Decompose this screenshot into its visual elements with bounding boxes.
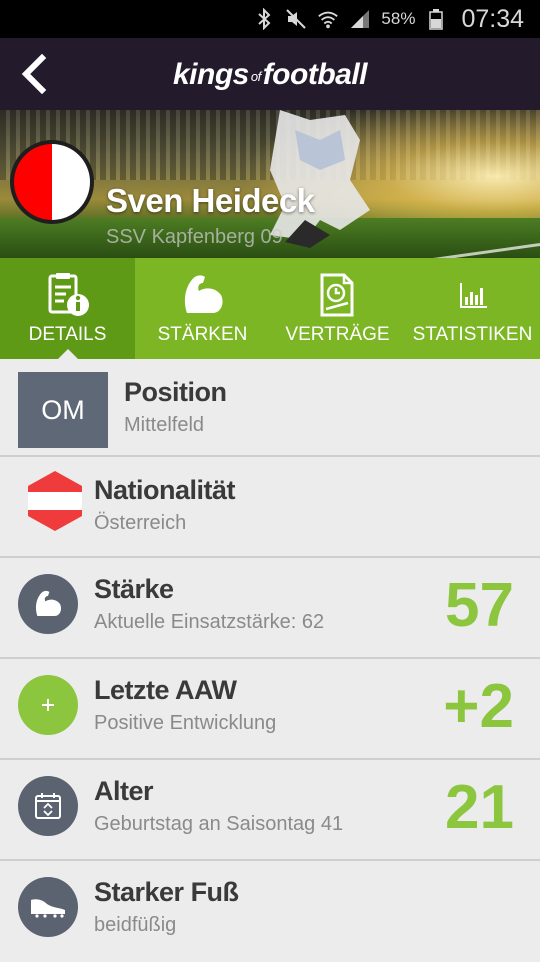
austria-flag-icon: [28, 471, 82, 536]
app-bar: kings offootball: [0, 38, 540, 110]
item-title: Letzte AAW: [94, 675, 237, 705]
item-subtitle: Geburtstag an Saisontag 41: [94, 813, 344, 835]
wifi-icon: [317, 8, 339, 30]
item-subtitle: Österreich: [94, 512, 187, 534]
battery-percent: 58%: [381, 9, 416, 28]
player-header: Sven Heideck SSV Kapfenberg 09: [0, 110, 540, 258]
bar-chart-icon: [457, 270, 489, 320]
item-title: Stärke: [94, 574, 174, 604]
tab-bar: DETAILS STÄRKEN VERTRÄGE STATISTIKEN: [0, 258, 540, 360]
plus-icon: [18, 675, 78, 735]
strength-value: 57: [445, 571, 514, 640]
tab-statistiken[interactable]: STATISTIKEN: [405, 258, 540, 359]
logo-of: of: [250, 68, 261, 84]
item-subtitle: Aktuelle Einsatzstärke: 62: [94, 611, 325, 633]
player-club: SSV Kapfenberg 09: [106, 226, 283, 248]
badge-red-half: [14, 144, 52, 220]
tab-label: DETAILS: [28, 324, 107, 345]
item-subtitle: beidfüßig: [94, 914, 177, 936]
logo-football: football: [262, 58, 368, 91]
logo-kings: kings: [172, 58, 249, 91]
battery-icon: [425, 8, 447, 30]
player-name: Sven Heideck: [106, 182, 315, 219]
item-title: Alter: [94, 776, 154, 806]
contract-icon: [314, 270, 362, 320]
tab-label: VERTRÄGE: [285, 324, 390, 345]
age-value: 21: [445, 773, 514, 842]
item-title: Nationalität: [94, 475, 236, 505]
list-item-strong-foot[interactable]: Starker Fuß beidfüßig: [0, 861, 540, 962]
calendar-icon: [18, 776, 78, 836]
club-badge: [10, 140, 94, 224]
tab-label: STÄRKEN: [157, 324, 248, 345]
bluetooth-icon: [253, 8, 275, 30]
mute-icon: [285, 8, 307, 30]
list-item-nationality[interactable]: Nationalität Österreich: [0, 457, 540, 558]
status-bar: 58% 07:34: [0, 0, 540, 38]
item-subtitle: Positive Entwicklung: [94, 712, 277, 734]
clock: 07:34: [461, 4, 524, 33]
tab-details[interactable]: DETAILS: [0, 258, 135, 360]
tab-vertraege[interactable]: VERTRÄGE: [270, 258, 405, 359]
biceps-icon: [18, 574, 78, 634]
list-item-strength[interactable]: Stärke Aktuelle Einsatzstärke: 62 57: [0, 558, 540, 659]
details-list: OM Position Mittelfeld Nationalität Öste…: [0, 359, 540, 962]
football-boot-icon: [18, 877, 78, 937]
list-item-position[interactable]: OM Position Mittelfeld: [0, 359, 540, 457]
tab-staerken[interactable]: STÄRKEN: [135, 258, 270, 359]
list-item-age[interactable]: Alter Geburtstag an Saisontag 41 21: [0, 760, 540, 861]
aaw-value: +2: [443, 672, 514, 741]
position-tag: OM: [18, 372, 108, 448]
item-subtitle: Mittelfeld: [124, 414, 205, 436]
item-title: Position: [124, 377, 227, 407]
badge-white-half: [52, 144, 90, 220]
list-item-last-aaw[interactable]: Letzte AAW Positive Entwicklung +2: [0, 659, 540, 760]
tab-label: STATISTIKEN: [412, 324, 533, 345]
item-title: Starker Fuß: [94, 877, 239, 907]
biceps-icon: [179, 270, 227, 320]
app-logo: kings offootball: [0, 58, 540, 92]
document-info-icon: [44, 270, 92, 320]
signal-icon: [349, 8, 371, 30]
